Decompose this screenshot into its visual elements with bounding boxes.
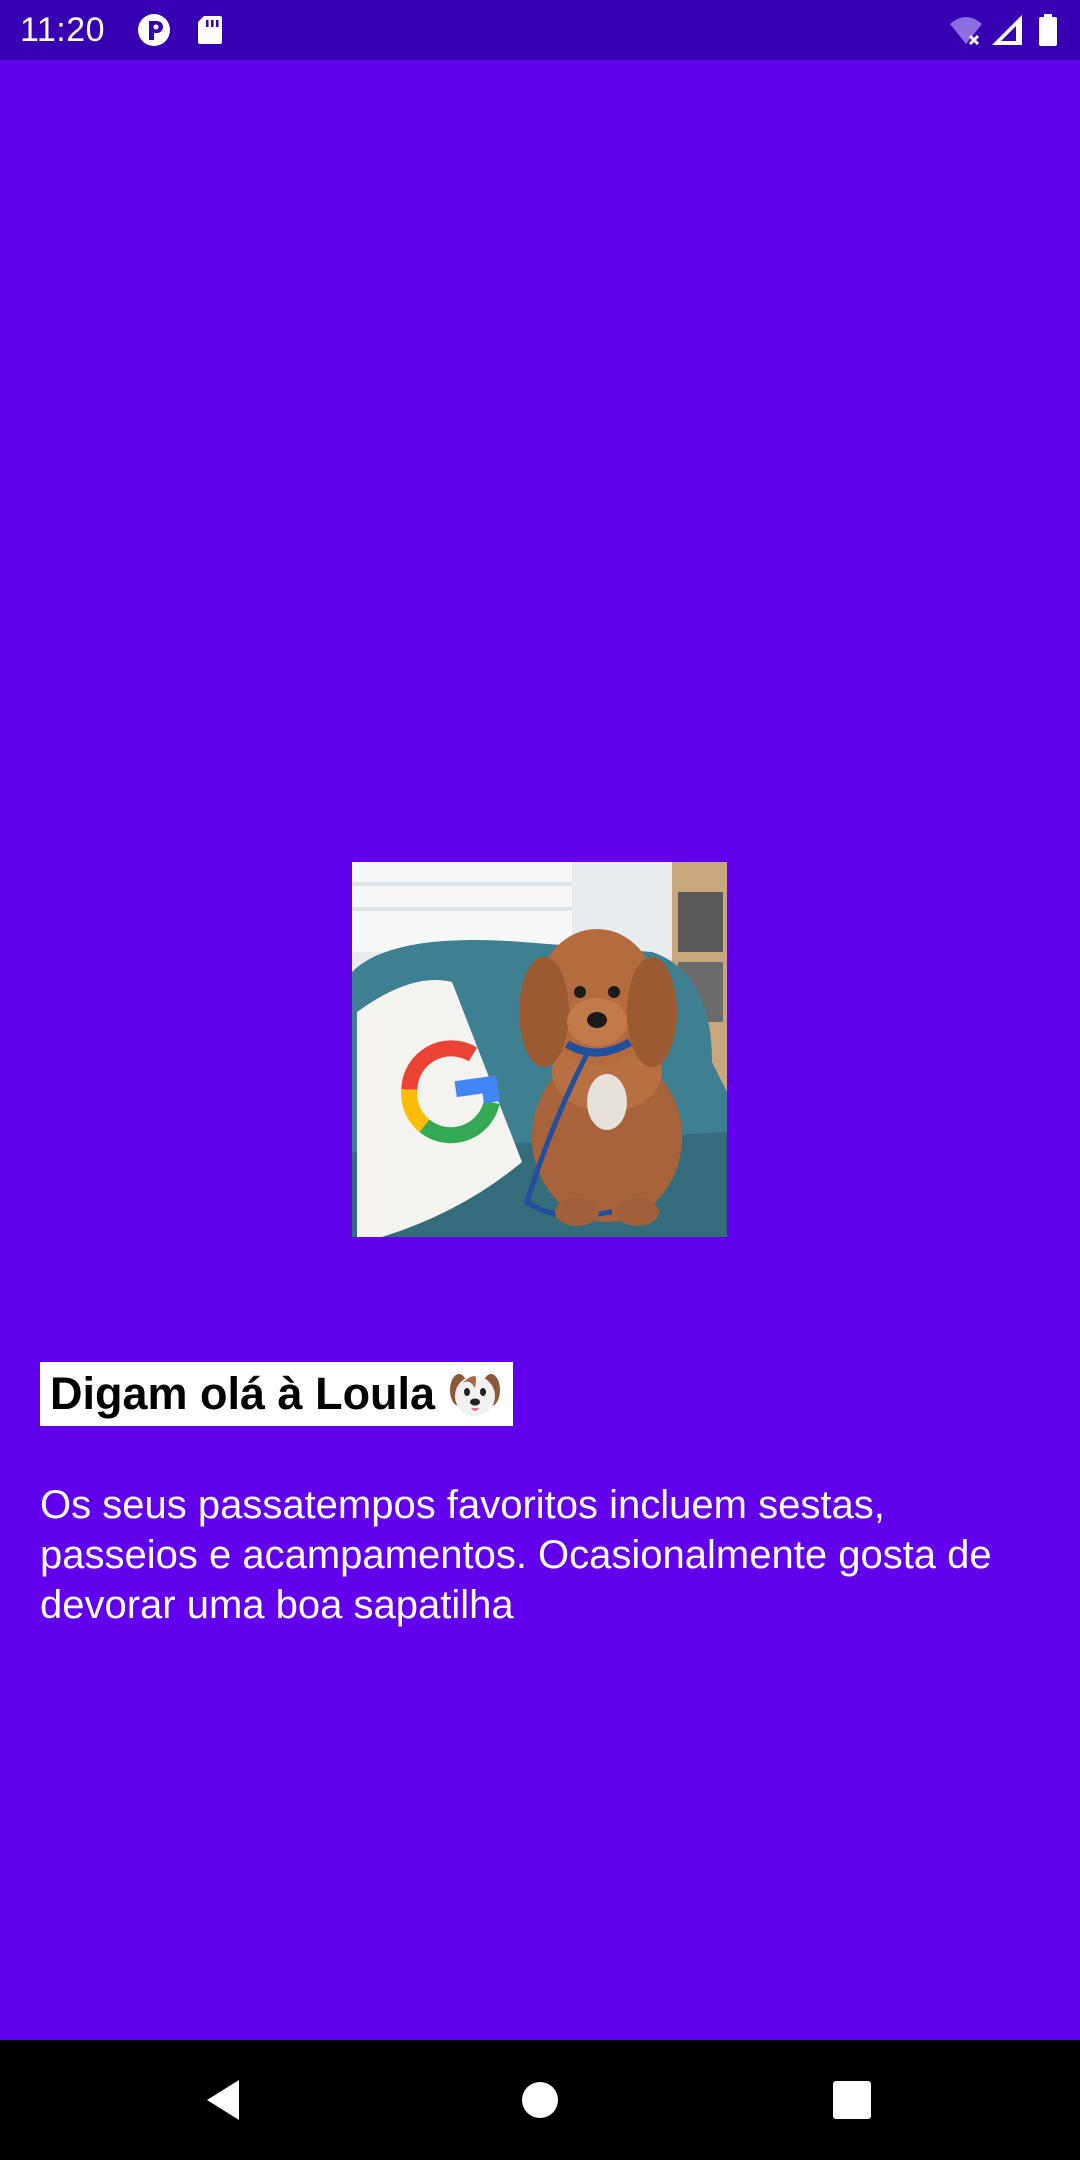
cell-signal-icon (990, 12, 1026, 48)
recents-icon[interactable] (822, 2070, 882, 2130)
description-text: Os seus passatempos favoritos incluem se… (40, 1483, 992, 1627)
title-card: Digam olá à Loula (40, 1362, 514, 1426)
notification-app-icon (136, 12, 172, 48)
navigation-bar (0, 2040, 1080, 2160)
back-icon[interactable] (195, 2070, 255, 2130)
app-screen: 11:20 Digam olá à Loula Os seus passatem… (0, 0, 1080, 2160)
sd-card-icon (192, 12, 228, 48)
page-title: Digam olá à Loula (50, 1368, 436, 1419)
battery-icon (1036, 12, 1060, 48)
dog-face-icon (447, 1366, 503, 1422)
dog-photo (352, 862, 727, 1237)
status-bar: 11:20 (0, 0, 1080, 60)
status-time: 11:20 (20, 11, 106, 49)
wifi-off-icon (948, 12, 984, 48)
home-icon[interactable] (510, 2070, 570, 2130)
